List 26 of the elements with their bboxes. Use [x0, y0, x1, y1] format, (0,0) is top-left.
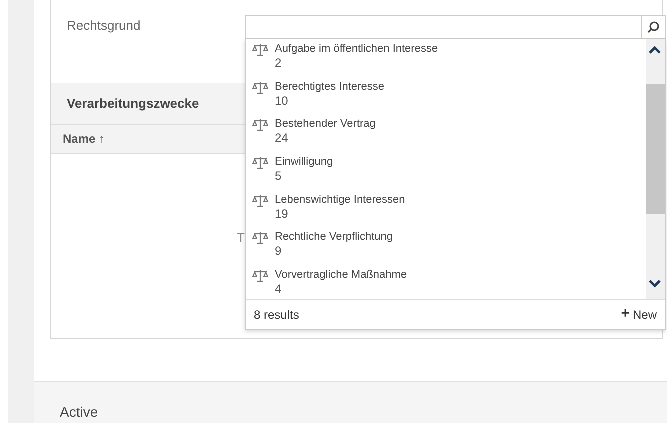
section-title: Verarbeitungszwecke	[67, 94, 200, 113]
scroll-down-icon[interactable]	[648, 279, 662, 289]
empty-message: T	[237, 229, 245, 247]
scroll-up-icon[interactable]	[648, 45, 662, 55]
scales-icon	[252, 80, 269, 95]
scales-icon	[252, 156, 269, 170]
column-header[interactable]: Name ↑	[63, 130, 106, 148]
lookup-field[interactable]	[245, 15, 666, 39]
results-count: 8 results	[254, 306, 300, 324]
result-item[interactable]: Bestehender Vertrag 24	[246, 116, 646, 154]
result-item[interactable]: Einwilligung 5	[246, 154, 646, 192]
result-item[interactable]: Rechtliche Verpflichtung 9	[246, 229, 646, 268]
result-item[interactable]: Berechtigtes Interesse 10	[246, 78, 646, 116]
scales-icon	[252, 43, 269, 57]
search-icon	[647, 20, 660, 34]
scrollbar[interactable]	[646, 39, 665, 299]
scales-icon	[252, 118, 269, 132]
scales-icon	[252, 269, 269, 284]
result-item[interactable]: Vorvertragliche Maßnahme 4	[246, 267, 646, 305]
scales-icon	[252, 194, 269, 208]
status-text: Active	[60, 404, 98, 420]
result-item[interactable]: Lebenswichtige Interessen 19	[246, 192, 646, 230]
field-label: Rechtsgrund	[67, 18, 141, 33]
result-item[interactable]: Aufgabe im öffentlichen Interesse 2	[246, 41, 646, 79]
new-button[interactable]: + New	[621, 303, 657, 326]
scales-icon	[252, 231, 269, 246]
